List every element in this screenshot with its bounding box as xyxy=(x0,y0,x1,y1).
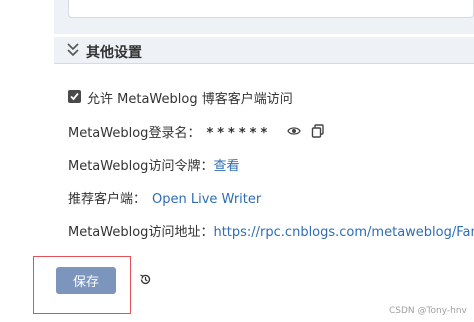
client-row: 推荐客户端： Open Live Writer xyxy=(68,188,261,208)
allow-metaweblog-checkbox[interactable] xyxy=(68,90,81,103)
save-button[interactable]: 保存 xyxy=(56,267,116,294)
client-label: 推荐客户端： xyxy=(68,192,147,207)
token-label: MetaWeblog访问令牌： xyxy=(68,159,214,174)
client-link[interactable]: Open Live Writer xyxy=(152,192,261,207)
history-icon[interactable] xyxy=(139,273,152,286)
username-row: MetaWeblog登录名： ****** xyxy=(68,122,271,142)
chevron-double-down-icon xyxy=(67,43,79,57)
copy-icon[interactable] xyxy=(311,124,325,138)
username-label: MetaWeblog登录名： xyxy=(68,126,201,141)
section-title: 其他设置 xyxy=(86,45,142,61)
checkbox-checked-icon xyxy=(70,92,79,101)
previous-textarea[interactable] xyxy=(68,0,474,18)
section-header[interactable]: 其他设置 xyxy=(54,37,474,64)
allow-metaweblog-label[interactable]: 允许 MetaWeblog 博客客户端访问 xyxy=(87,88,293,107)
watermark: CSDN @Tony-hnv xyxy=(389,306,467,316)
address-link[interactable]: https://rpc.cnblogs.com/metaweblog/Fanw xyxy=(213,225,474,240)
token-view-link[interactable]: 查看 xyxy=(213,159,239,174)
token-row: MetaWeblog访问令牌：查看 xyxy=(68,155,239,175)
settings-page: 其他设置 允许 MetaWeblog 博客客户端访问 MetaWeblog登录名… xyxy=(0,0,474,322)
address-label: MetaWeblog访问地址： xyxy=(68,225,214,240)
eye-icon[interactable] xyxy=(287,124,301,138)
username-masked-value: ****** xyxy=(206,126,272,141)
address-row: MetaWeblog访问地址：https://rpc.cnblogs.com/m… xyxy=(68,221,474,241)
